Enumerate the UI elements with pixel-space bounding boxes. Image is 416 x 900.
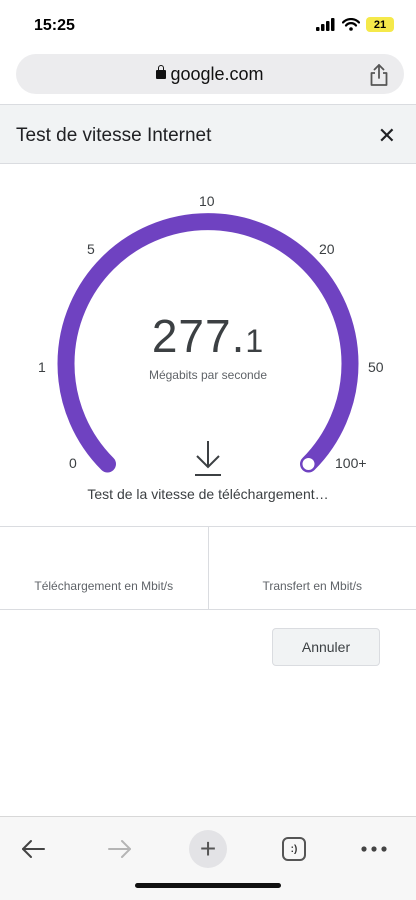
status-icons: 21 — [316, 17, 394, 32]
url-display[interactable]: google.com — [16, 64, 404, 85]
cellular-signal-icon — [316, 18, 335, 31]
gauge-tick-10: 10 — [199, 193, 215, 209]
home-indicator[interactable] — [135, 883, 281, 888]
gauge-needle-knob — [300, 456, 317, 472]
gauge-tick-0: 0 — [69, 455, 77, 471]
upload-label: Transfert en Mbit/s — [262, 579, 363, 593]
status-bar: 15:25 21 — [0, 0, 416, 50]
cancel-button[interactable]: Annuler — [272, 628, 380, 666]
lock-icon — [156, 65, 167, 79]
new-tab-button[interactable]: + — [188, 827, 228, 871]
back-button[interactable] — [13, 827, 53, 871]
speed-decimal: 1 — [245, 323, 265, 359]
address-bar[interactable]: google.com — [16, 54, 404, 94]
forward-button[interactable] — [100, 827, 140, 871]
speedtest-header: Test de vitesse Internet ✕ — [0, 104, 416, 164]
url-text: google.com — [170, 64, 264, 84]
upload-result: Transfert en Mbit/s — [207, 527, 416, 609]
download-label: Téléchargement en Mbit/s — [34, 579, 174, 593]
wifi-icon — [342, 18, 360, 31]
speed-value: 277.1 — [0, 309, 416, 363]
more-options-icon — [361, 846, 387, 852]
tabs-button[interactable]: :) — [274, 827, 314, 871]
gauge-tick-20: 20 — [319, 241, 335, 257]
speed-integer: 277. — [151, 310, 246, 362]
forward-arrow-icon — [108, 840, 131, 858]
speedtest-title: Test de vitesse Internet — [16, 125, 212, 146]
back-arrow-icon — [22, 840, 45, 858]
gauge-tick-100: 100+ — [335, 455, 367, 471]
close-icon[interactable]: ✕ — [378, 123, 396, 149]
gauge-tick-5: 5 — [87, 241, 95, 257]
speed-gauge: 0 1 5 10 20 50 100+ 277.1 Mégabits par s… — [0, 164, 416, 524]
new-tab-plus-icon: + — [189, 830, 227, 868]
status-time: 15:25 — [34, 17, 75, 34]
download-result: Téléchargement en Mbit/s — [0, 527, 208, 609]
results-panel: Téléchargement en Mbit/s Transfert en Mb… — [0, 526, 416, 610]
test-status: Test de la vitesse de téléchargement… — [87, 486, 329, 502]
speed-unit: Mégabits par seconde — [148, 368, 268, 382]
share-icon[interactable] — [368, 63, 390, 87]
tabs-icon: :) — [282, 837, 306, 861]
download-arrow-icon — [195, 441, 221, 476]
more-options-button[interactable] — [354, 827, 394, 871]
battery-indicator: 21 — [366, 17, 394, 32]
